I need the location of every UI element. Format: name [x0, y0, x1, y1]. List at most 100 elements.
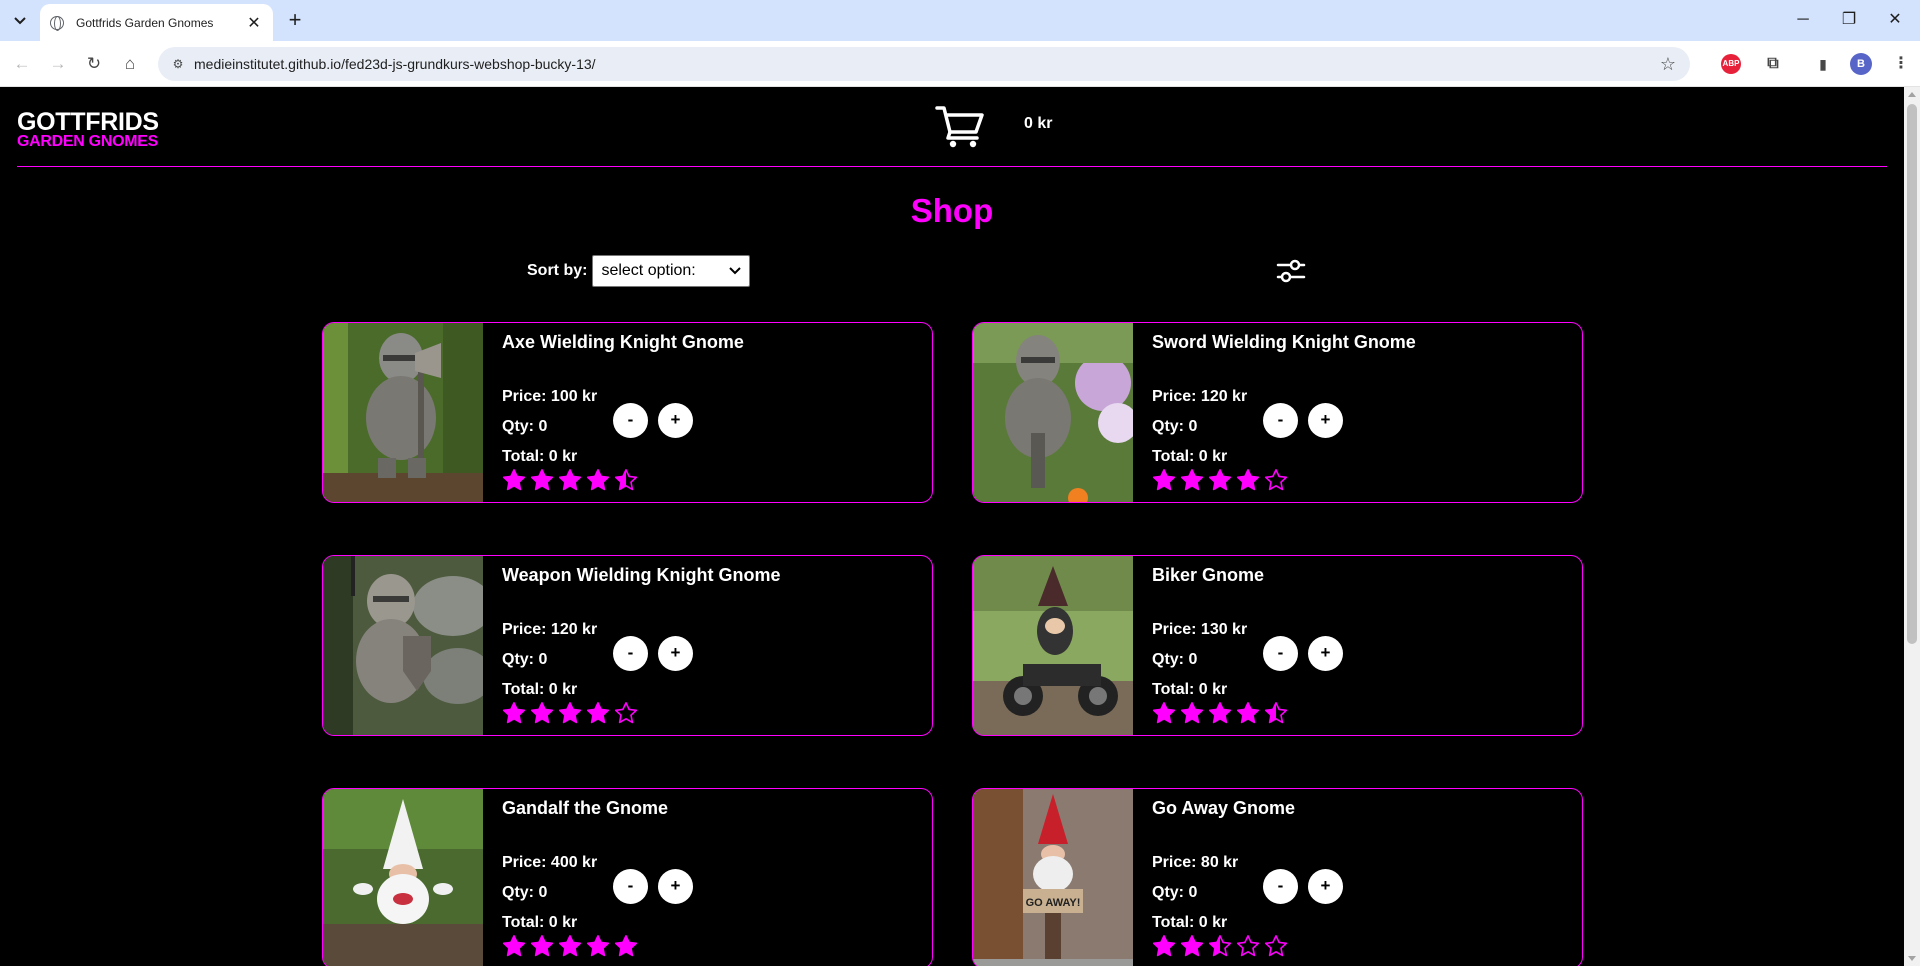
- increase-qty-button[interactable]: +: [1308, 636, 1343, 671]
- decrease-qty-button[interactable]: -: [613, 869, 648, 904]
- star-filled-icon: [502, 702, 526, 724]
- scroll-down-arrow-icon[interactable]: [1908, 956, 1916, 961]
- product-price: Price: 120 kr: [502, 621, 598, 638]
- logo-line-2: GARDEN GNOMES: [17, 133, 158, 150]
- product-image: GO AWAY!: [973, 789, 1133, 966]
- product-card: Axe Wielding Knight Gnome Price: 100 kr …: [322, 322, 933, 503]
- star-filled-icon: [530, 702, 554, 724]
- star-filled-icon: [1208, 469, 1232, 491]
- side-panel-icon[interactable]: ▮: [1810, 51, 1836, 77]
- star-filled-icon: [1236, 702, 1260, 724]
- page-title: Shop: [910, 192, 994, 229]
- cart-total: 0 kr: [1024, 115, 1053, 132]
- site-logo[interactable]: GOTTFRIDS GARDEN GNOMES: [17, 110, 159, 150]
- minimize-icon[interactable]: ─: [1780, 8, 1826, 32]
- star-filled-icon: [502, 935, 526, 957]
- filter-sliders-icon[interactable]: [1274, 255, 1308, 287]
- star-filled-icon: [586, 935, 610, 957]
- product-name: Axe Wielding Knight Gnome: [502, 332, 744, 352]
- page-scrollbar[interactable]: [1904, 87, 1920, 966]
- home-icon[interactable]: ⌂: [116, 50, 144, 78]
- star-filled-icon: [558, 702, 582, 724]
- product-card: GO AWAY! Go Away Gnome Price: 80 kr Qty:…: [972, 788, 1583, 966]
- product-image: [973, 323, 1133, 502]
- window-close-icon[interactable]: ✕: [1872, 8, 1918, 32]
- star-empty-icon: [1236, 935, 1260, 957]
- scrollbar-thumb[interactable]: [1907, 104, 1917, 644]
- decrease-qty-button[interactable]: -: [1263, 869, 1298, 904]
- browser-menu-icon[interactable]: ⋮: [1888, 51, 1914, 77]
- star-filled-icon: [586, 702, 610, 724]
- product-name: Biker Gnome: [1152, 565, 1265, 585]
- star-filled-icon: [1236, 469, 1260, 491]
- star-empty-icon: [1264, 935, 1288, 957]
- product-price: Price: 80 kr: [1152, 854, 1239, 871]
- profile-avatar[interactable]: B: [1850, 53, 1872, 75]
- increase-qty-button[interactable]: +: [1308, 869, 1343, 904]
- product-qty: Qty: 0: [1152, 651, 1198, 668]
- product-total: Total: 0 kr: [1152, 681, 1228, 698]
- star-filled-icon: [502, 469, 526, 491]
- product-qty: Qty: 0: [1152, 884, 1198, 901]
- address-url[interactable]: medieinstitutet.github.io/fed23d-js-grun…: [194, 47, 596, 81]
- product-qty: Qty: 0: [502, 418, 548, 435]
- shopping-cart-icon[interactable]: [935, 104, 985, 148]
- product-qty: Qty: 0: [502, 651, 548, 668]
- product-qty: Qty: 0: [502, 884, 548, 901]
- product-image: [323, 789, 483, 966]
- product-card: Gandalf the Gnome Price: 400 kr Qty: 0 T…: [322, 788, 933, 966]
- tab-title: Gottfrids Garden Gnomes: [76, 15, 214, 30]
- product-image: [323, 556, 483, 735]
- star-half-icon: [614, 469, 638, 491]
- star-empty-icon: [614, 702, 638, 724]
- globe-icon: [50, 15, 64, 31]
- star-filled-icon: [614, 935, 638, 957]
- back-arrow-icon[interactable]: ←: [8, 50, 36, 78]
- increase-qty-button[interactable]: +: [658, 403, 693, 438]
- logo-line-1: GOTTFRIDS: [17, 108, 159, 136]
- restore-icon[interactable]: ❐: [1826, 8, 1872, 32]
- browser-toolbar: ← → ↻ ⌂ ⚙ medieinstitutet.github.io/fed2…: [0, 41, 1920, 87]
- decrease-qty-button[interactable]: -: [613, 636, 648, 671]
- tab-search-chevron-icon[interactable]: [8, 9, 32, 33]
- extensions-puzzle-icon[interactable]: ⧉: [1760, 51, 1786, 77]
- decrease-qty-button[interactable]: -: [1263, 403, 1298, 438]
- increase-qty-button[interactable]: +: [1308, 403, 1343, 438]
- sort-select[interactable]: select option:: [592, 255, 751, 287]
- star-filled-icon: [1152, 469, 1176, 491]
- scroll-up-arrow-icon[interactable]: [1908, 92, 1916, 97]
- product-card: Weapon Wielding Knight Gnome Price: 120 …: [322, 555, 933, 736]
- star-filled-icon: [1180, 702, 1204, 724]
- address-bar[interactable]: ⚙ medieinstitutet.github.io/fed23d-js-gr…: [158, 47, 1690, 81]
- product-name: Go Away Gnome: [1152, 798, 1296, 818]
- product-name: Weapon Wielding Knight Gnome: [502, 565, 781, 585]
- site-settings-icon[interactable]: ⚙: [170, 56, 186, 72]
- increase-qty-button[interactable]: +: [658, 636, 693, 671]
- product-name: Gandalf the Gnome: [502, 798, 669, 818]
- reload-icon[interactable]: ↻: [80, 50, 108, 78]
- product-price: Price: 100 kr: [502, 388, 598, 405]
- star-filled-icon: [1152, 935, 1176, 957]
- sort-selected-value: select option:: [601, 262, 696, 279]
- star-filled-icon: [1152, 702, 1176, 724]
- browser-tab[interactable]: Gottfrids Garden Gnomes ✕: [40, 4, 273, 41]
- increase-qty-button[interactable]: +: [658, 869, 693, 904]
- rating-stars: [1152, 468, 1292, 494]
- page-viewport: GOTTFRIDS GARDEN GNOMES 0 kr Shop Sort b…: [0, 87, 1904, 966]
- product-image: [973, 556, 1133, 735]
- product-total: Total: 0 kr: [502, 914, 578, 931]
- tab-close-icon[interactable]: ✕: [245, 13, 263, 33]
- new-tab-plus-icon[interactable]: +: [282, 8, 308, 34]
- product-total: Total: 0 kr: [1152, 914, 1228, 931]
- star-filled-icon: [1180, 935, 1204, 957]
- star-filled-icon: [530, 469, 554, 491]
- bookmark-star-icon[interactable]: ☆: [1660, 47, 1676, 81]
- decrease-qty-button[interactable]: -: [1263, 636, 1298, 671]
- site-header: GOTTFRIDS GARDEN GNOMES 0 kr: [17, 87, 1887, 167]
- star-half-icon: [1264, 702, 1288, 724]
- adblock-extension-icon[interactable]: ABP: [1721, 54, 1741, 74]
- product-card: Biker Gnome Price: 130 kr Qty: 0 Total: …: [972, 555, 1583, 736]
- forward-arrow-icon[interactable]: →: [44, 50, 72, 78]
- decrease-qty-button[interactable]: -: [613, 403, 648, 438]
- rating-stars: [502, 468, 642, 494]
